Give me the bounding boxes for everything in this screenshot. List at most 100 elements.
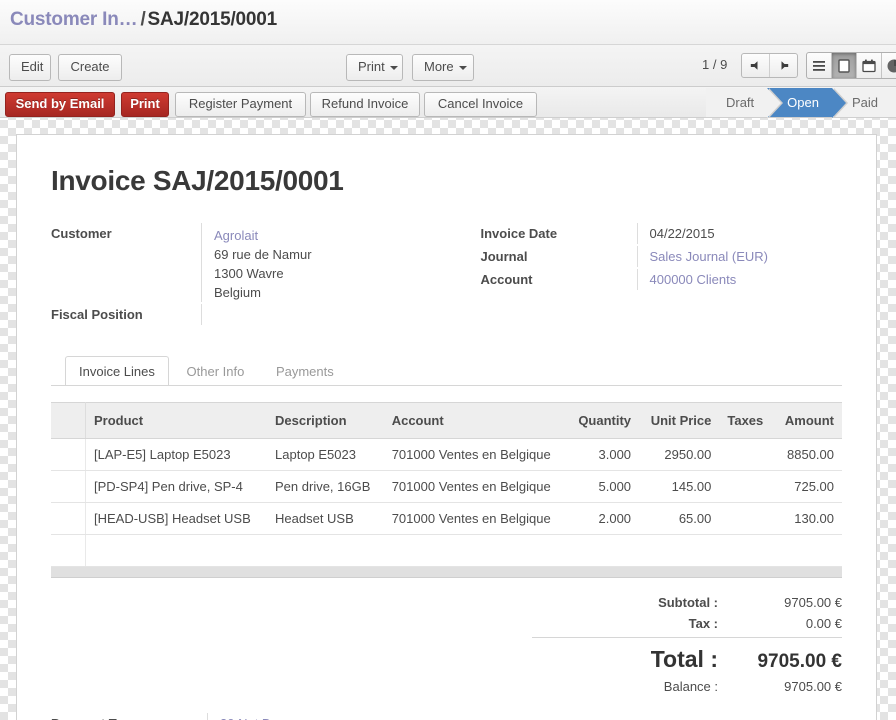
- table-row[interactable]: [LAP-E5] Laptop E5023 Laptop E5023 70100…: [51, 438, 842, 471]
- invoice-lines-table: Product Description Account Quantity Uni…: [51, 402, 842, 578]
- cell-account[interactable]: 701000 Ventes en Belgique: [383, 438, 568, 471]
- table-footer-bar: [51, 566, 842, 578]
- breadcrumb: Customer In… / SAJ/2015/0001: [10, 9, 277, 31]
- status-bar: Draft Open Paid: [705, 88, 896, 118]
- customer-label: Customer: [51, 226, 112, 241]
- table-header-row: Product Description Account Quantity Uni…: [51, 402, 842, 439]
- subtotal-label: Subtotal :: [658, 595, 718, 610]
- column-description[interactable]: Description: [267, 402, 384, 439]
- totals-table: Subtotal : 9705.00 € Tax : 0.00 € Total …: [532, 592, 842, 697]
- cell-product[interactable]: [HEAD-USB] Headset USB: [85, 502, 268, 535]
- row-handle: [51, 534, 86, 567]
- tab-payments[interactable]: Payments: [262, 356, 348, 385]
- more-dropdown-button[interactable]: More: [412, 54, 474, 81]
- cell-unit-price[interactable]: 2950.00: [639, 438, 720, 471]
- fiscal-position-value[interactable]: [201, 304, 447, 325]
- cancel-invoice-button[interactable]: Cancel Invoice: [424, 92, 537, 117]
- account-value-link[interactable]: 400000 Clients: [636, 269, 843, 290]
- header-fields-right: Invoice Date 04/22/2015 Journal Sales Jo…: [447, 223, 843, 327]
- journal-label: Journal: [480, 249, 528, 264]
- column-amount[interactable]: Amount: [773, 402, 842, 439]
- row-handle[interactable]: [51, 438, 86, 471]
- graph-view-button[interactable]: [881, 53, 896, 78]
- cell-description[interactable]: Pen drive, 16GB: [267, 470, 384, 503]
- table-row[interactable]: [HEAD-USB] Headset USB Headset USB 70100…: [51, 502, 842, 535]
- breadcrumb-current: SAJ/2015/0001: [147, 9, 278, 30]
- cell-account[interactable]: 701000 Ventes en Belgique: [383, 470, 568, 503]
- invoice-lines-body: [LAP-E5] Laptop E5023 Laptop E5023 70100…: [51, 438, 842, 578]
- arrow-right-icon: [781, 61, 789, 70]
- next-record-button[interactable]: [769, 54, 797, 77]
- cell-taxes[interactable]: [719, 470, 774, 503]
- odoo-invoice-form-page: Customer In… / SAJ/2015/0001 Edit Create P…: [0, 0, 896, 720]
- edit-button[interactable]: Edit: [9, 54, 51, 81]
- totals-row-total: Total : 9705.00 €: [532, 637, 842, 676]
- cell-amount[interactable]: 8850.00: [773, 438, 842, 471]
- customer-street: 69 rue de Namur: [214, 247, 312, 262]
- tax-value: 0.00 €: [805, 616, 842, 631]
- status-stage-draft[interactable]: Draft: [705, 88, 784, 118]
- cell-taxes[interactable]: [719, 502, 774, 535]
- cell-unit-price[interactable]: 145.00: [639, 470, 720, 503]
- balance-label: Balance :: [663, 679, 718, 694]
- total-value: 9705.00 €: [757, 651, 842, 672]
- customer-name-link[interactable]: Agrolait: [214, 226, 447, 245]
- customer-value[interactable]: Agrolait 69 rue de Namur 1300 Wavre Belg…: [201, 223, 447, 302]
- invoice-lines-head: Product Description Account Quantity Uni…: [51, 402, 842, 439]
- print-dropdown-label: Print: [358, 59, 385, 74]
- breadcrumb-parent-link[interactable]: Customer In…: [10, 9, 138, 30]
- print-dropdown-button[interactable]: Print: [346, 54, 403, 81]
- cell-quantity[interactable]: 2.000: [567, 502, 640, 535]
- cell-quantity[interactable]: 5.000: [567, 470, 640, 503]
- register-payment-button[interactable]: Register Payment: [175, 92, 306, 117]
- create-button[interactable]: Create: [58, 54, 122, 81]
- pager-arrows: [741, 53, 798, 78]
- previous-record-button[interactable]: [742, 54, 769, 77]
- tab-invoice-lines[interactable]: Invoice Lines: [65, 356, 169, 385]
- payment-terms-value-link[interactable]: 30 Net Days: [207, 713, 842, 720]
- table-empty-row[interactable]: [51, 534, 842, 567]
- cell-product[interactable]: [PD-SP4] Pen drive, SP-4: [85, 470, 268, 503]
- customer-country: Belgium: [214, 285, 261, 300]
- column-taxes[interactable]: Taxes: [719, 402, 774, 439]
- calendar-icon: [862, 59, 876, 72]
- form-sheet: Invoice SAJ/2015/0001 Customer Agrolait …: [16, 134, 877, 720]
- cell-account[interactable]: 701000 Ventes en Belgique: [383, 502, 568, 535]
- subtotal-value: 9705.00 €: [784, 595, 842, 610]
- refund-invoice-button[interactable]: Refund Invoice: [310, 92, 420, 117]
- totals-row-balance: Balance : 9705.00 €: [532, 676, 842, 697]
- column-product[interactable]: Product: [85, 402, 268, 439]
- send-by-email-button[interactable]: Send by Email: [5, 92, 115, 117]
- form-view-button[interactable]: [831, 53, 856, 78]
- column-unit-price[interactable]: Unit Price: [639, 402, 720, 439]
- pie-chart-icon: [887, 59, 896, 72]
- totals-section: Subtotal : 9705.00 € Tax : 0.00 € Total …: [51, 592, 842, 697]
- journal-value-link[interactable]: Sales Journal (EUR): [636, 246, 843, 267]
- chevron-down-icon: [389, 65, 398, 70]
- table-footer-separator: [51, 566, 842, 578]
- cell-quantity[interactable]: 3.000: [567, 438, 640, 471]
- tab-other-info[interactable]: Other Info: [173, 356, 259, 385]
- add-line-cell[interactable]: [85, 534, 842, 567]
- cell-description[interactable]: Laptop E5023: [267, 438, 384, 471]
- invoice-date-label: Invoice Date: [480, 226, 558, 241]
- pager-counter: 1 / 9: [702, 57, 728, 72]
- row-handle[interactable]: [51, 502, 86, 535]
- invoice-date-value[interactable]: 04/22/2015: [636, 223, 843, 244]
- column-quantity[interactable]: Quantity: [567, 402, 640, 439]
- print-button[interactable]: Print: [121, 92, 169, 117]
- cell-amount[interactable]: 725.00: [773, 470, 842, 503]
- cell-unit-price[interactable]: 65.00: [639, 502, 720, 535]
- column-account[interactable]: Account: [383, 402, 568, 439]
- cell-product[interactable]: [LAP-E5] Laptop E5023: [85, 438, 268, 471]
- row-handle[interactable]: [51, 470, 86, 503]
- field-payment-terms: Payment Terms 30 Net Days: [51, 713, 842, 720]
- table-row[interactable]: [PD-SP4] Pen drive, SP-4 Pen drive, 16GB…: [51, 470, 842, 503]
- cell-description[interactable]: Headset USB: [267, 502, 384, 535]
- cell-taxes[interactable]: [719, 438, 774, 471]
- total-label: Total :: [650, 646, 718, 672]
- list-view-button[interactable]: [807, 53, 831, 78]
- page-title: Invoice SAJ/2015/0001: [51, 165, 344, 196]
- cell-amount[interactable]: 130.00: [773, 502, 842, 535]
- calendar-view-button[interactable]: [856, 53, 881, 78]
